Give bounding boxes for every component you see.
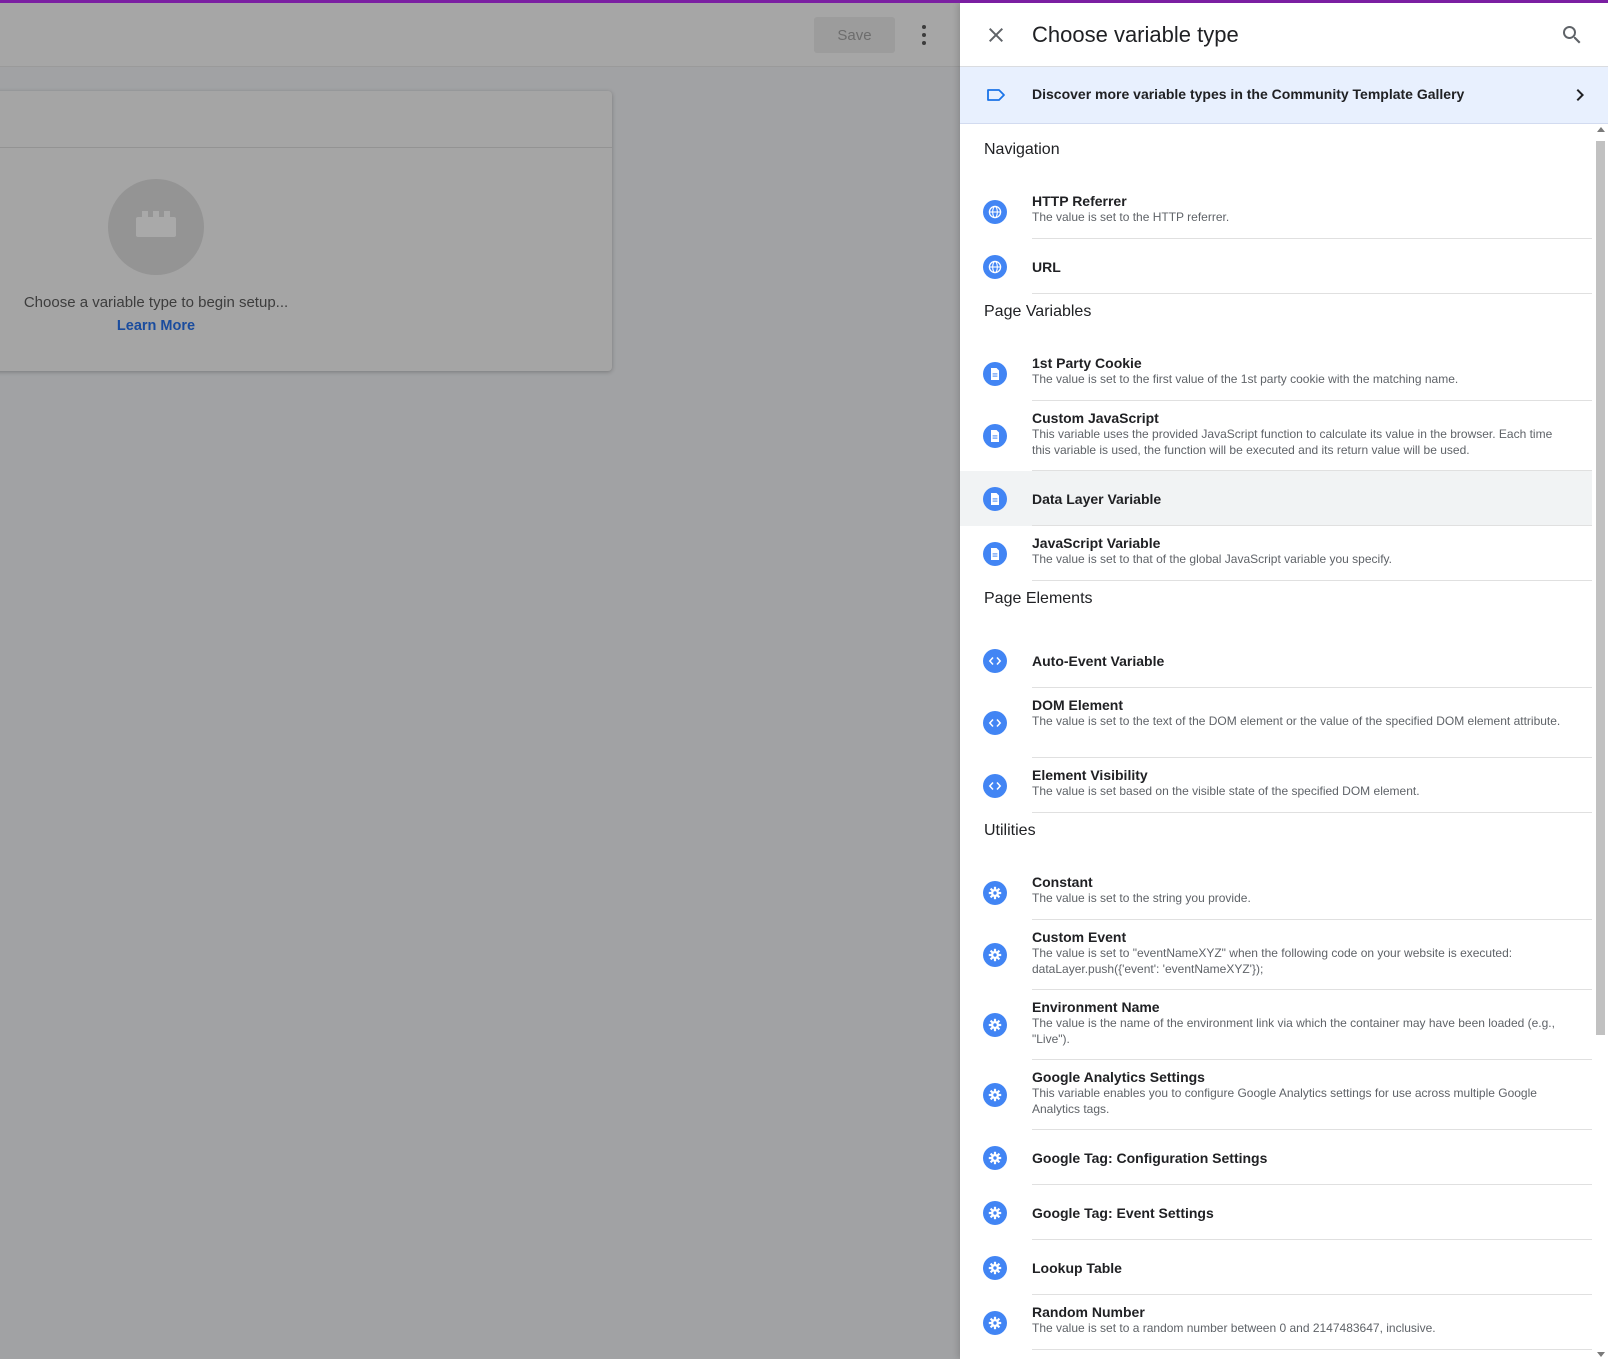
gear-icon [983,1145,1007,1170]
panel-title: Choose variable type [1032,22,1239,47]
card-header [0,91,612,148]
variable-type-name: Google Tag: Configuration Settings [1032,1150,1268,1166]
section-heading-utilities: Utilities [984,822,1036,839]
document-icon [983,424,1007,448]
variable-type-constant[interactable]: Constant The value is set to the string y… [960,865,1592,920]
variable-type-description: The value is set to "eventNameXYZ" when … [1032,946,1513,976]
variable-type-name: Google Tag: Event Settings [1032,1205,1214,1221]
variable-placeholder-icon[interactable] [108,179,204,275]
variable-type-description: This variable enables you to configure G… [1032,1086,1537,1116]
row-divider [1032,1349,1592,1350]
panel-header: Choose variable type [960,3,1608,66]
document-icon [983,361,1007,386]
community-template-gallery-banner[interactable]: Discover more variable types in the Comm… [960,66,1608,124]
variable-type-description: The value is set to the text of the DOM … [1032,714,1561,728]
variable-type-name: Constant [1032,874,1093,890]
gear-icon [983,1200,1007,1225]
variable-type-description: The value is the name of the environment… [1032,1016,1555,1046]
variable-type-lookup-table[interactable]: Lookup Table [960,1240,1592,1295]
top-accent-bar [0,0,1608,3]
variable-type-description: The value is set based on the visible st… [1032,784,1420,798]
variable-type-name: JavaScript Variable [1032,535,1161,551]
variable-type-name: DOM Element [1032,697,1124,713]
section-heading-page-elements: Page Elements [984,590,1093,607]
variable-type-google-analytics-settings[interactable]: Google Analytics Settings This variable e… [960,1060,1592,1130]
variable-type-name: 1st Party Cookie [1032,355,1142,371]
more-options-icon[interactable] [912,19,936,51]
scroll-down-arrow-icon[interactable] [1597,1352,1605,1357]
variable-type-description: This variable uses the provided JavaScri… [1032,427,1553,457]
choose-type-prompt: Choose a variable type to begin setup... [23,294,289,311]
globe-icon [983,199,1007,224]
choose-variable-type-panel: Choose variable type Discover more varia… [960,3,1608,1359]
variable-type-name: Lookup Table [1032,1260,1122,1276]
variable-type-element-visibility[interactable]: Element Visibility The value is set based… [960,758,1592,813]
close-icon[interactable] [984,23,1008,47]
variable-type-http-referrer[interactable]: HTTP Referrer The value is set to the HTT… [960,184,1592,239]
variable-type-javascript-variable[interactable]: JavaScript Variable The value is set to t… [960,526,1592,581]
variable-type-custom-javascript[interactable]: Custom JavaScript This variable uses the … [960,401,1592,471]
code-icon [983,773,1007,798]
variable-type-list: Navigation HTTP Referrer The value is set … [960,123,1592,1359]
variable-type-description: The value is set to the first value of t… [1032,372,1459,386]
variable-type-environment-name[interactable]: Environment Name The value is the name of… [960,990,1592,1060]
variable-type-name: HTTP Referrer [1032,193,1127,209]
code-icon [983,711,1007,735]
variable-type-name: Data Layer Variable [1032,491,1162,507]
variable-type-auto-event-variable[interactable]: Auto-Event Variable [960,633,1592,688]
variable-type-random-number[interactable]: Random Number The value is set to a rando… [960,1295,1592,1350]
variable-type-name: Custom Event [1032,929,1127,945]
variable-type-url[interactable]: URL [960,239,1592,294]
document-icon [983,486,1007,511]
variable-type-name: Random Number [1032,1304,1145,1320]
banner-label: Discover more variable types in the Comm… [1032,86,1465,102]
variable-type-description: The value is set to that of the global J… [1032,552,1392,566]
variable-type-data-layer-variable[interactable]: Data Layer Variable [960,471,1592,526]
list-scrollbar[interactable] [1594,127,1606,1359]
search-icon[interactable] [1560,23,1584,47]
editor-header: Save [0,3,960,67]
gear-icon [983,880,1007,905]
variable-type-description: The value is set to the HTTP referrer. [1032,210,1230,224]
variable-configuration-card: Choose a variable type to begin setup...… [0,91,612,371]
variable-type-name: Element Visibility [1032,767,1148,783]
variable-type-description: The value is set to the string you provi… [1032,891,1251,905]
row-divider [1032,580,1592,581]
document-icon [983,541,1007,566]
gear-icon [983,1310,1007,1335]
gear-icon [983,1013,1007,1037]
variable-type-dom-element[interactable]: DOM Element The value is set to the text … [960,688,1592,758]
gear-icon [983,943,1007,967]
variable-type-description: The value is set to a random number betw… [1032,1321,1436,1335]
variable-type-name: URL [1032,259,1061,275]
variable-type-name: Auto-Event Variable [1032,653,1165,669]
variable-type-google-tag-event-settings[interactable]: Google Tag: Event Settings [960,1185,1592,1240]
variable-type-custom-event[interactable]: Custom Event The value is set to "eventNa… [960,920,1592,990]
variable-type-name: Custom JavaScript [1032,410,1159,426]
variable-type-name: Google Analytics Settings [1032,1069,1205,1085]
section-heading-navigation: Navigation [984,141,1060,158]
learn-more-link[interactable]: Learn More [0,318,322,334]
scroll-thumb[interactable] [1596,141,1605,1035]
scroll-up-arrow-icon[interactable] [1597,127,1605,132]
globe-icon [983,254,1007,279]
row-divider [1032,293,1592,294]
save-button[interactable]: Save [814,17,895,53]
chevron-right-icon [1576,89,1584,101]
code-icon [983,648,1007,673]
variable-type-name: Environment Name [1032,999,1160,1015]
gear-icon [983,1083,1007,1107]
variable-type-1st-party-cookie[interactable]: 1st Party Cookie The value is set to the … [960,346,1592,401]
variable-type-google-tag-configuration-settings[interactable]: Google Tag: Configuration Settings [960,1130,1592,1185]
section-heading-page-variables: Page Variables [984,303,1092,320]
tag-icon [987,89,1005,101]
gear-icon [983,1255,1007,1280]
row-divider [1032,812,1592,813]
